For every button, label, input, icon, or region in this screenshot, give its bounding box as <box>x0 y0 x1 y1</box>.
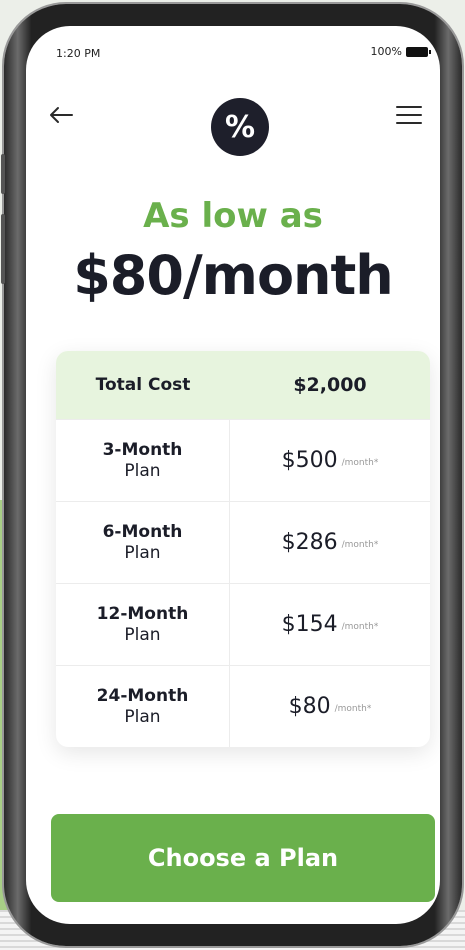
plan-name: 3-Month Plan <box>56 420 230 501</box>
plan-row-6-month[interactable]: 6-Month Plan $286 /month* <box>56 501 430 583</box>
plan-row-3-month[interactable]: 3-Month Plan $500 /month* <box>56 419 430 501</box>
price-amount: $154 <box>281 612 338 637</box>
status-time: 1:20 PM <box>56 47 101 60</box>
battery-icon <box>406 46 431 57</box>
status-bar: 1:20 PM 100% <box>26 26 440 76</box>
plan-word: Plan <box>124 460 161 481</box>
hamburger-menu-icon <box>396 106 422 124</box>
choose-plan-button[interactable]: Choose a Plan <box>51 814 435 902</box>
brand-logo: % <box>211 98 269 156</box>
plan-price: $286 /month* <box>230 502 430 583</box>
pricing-table-header: Total Cost $2,000 <box>56 351 430 419</box>
plan-duration: 3-Month <box>102 440 183 461</box>
price-unit: /month* <box>341 539 379 550</box>
hero-tagline: As low as <box>143 196 323 236</box>
plan-name: 6-Month Plan <box>56 502 230 583</box>
percent-icon: % <box>224 109 256 145</box>
arrow-left-icon <box>50 107 73 123</box>
plan-duration: 12-Month <box>96 604 189 625</box>
plan-duration: 6-Month <box>102 522 183 543</box>
price-amount: $80 <box>288 694 331 719</box>
plan-word: Plan <box>124 706 161 727</box>
menu-button[interactable] <box>394 100 424 130</box>
price-amount: $500 <box>281 448 338 473</box>
hero-headline: $80/month <box>73 244 394 307</box>
price-amount: $286 <box>281 530 338 555</box>
battery-percent: 100% <box>370 45 402 58</box>
phone-screen: 1:20 PM 100% % As low as $80/month Total… <box>26 26 440 924</box>
plan-word: Plan <box>124 542 161 563</box>
battery-indicator: 100% <box>370 45 431 58</box>
phone-side-button <box>1 214 5 284</box>
pricing-table: Total Cost $2,000 3-Month Plan $500 /mon… <box>56 351 430 747</box>
back-button[interactable] <box>46 100 76 130</box>
total-cost-label: Total Cost <box>95 375 191 395</box>
plan-word: Plan <box>124 624 161 645</box>
price-unit: /month* <box>341 457 379 468</box>
phone-side-button <box>1 154 5 194</box>
plan-name: 12-Month Plan <box>56 584 230 665</box>
plan-price: $80 /month* <box>230 666 430 747</box>
plan-price: $500 /month* <box>230 420 430 501</box>
phone-frame: 1:20 PM 100% % As low as $80/month Total… <box>1 4 462 946</box>
plan-price: $154 /month* <box>230 584 430 665</box>
plan-row-12-month[interactable]: 12-Month Plan $154 /month* <box>56 583 430 665</box>
plan-name: 24-Month Plan <box>56 666 230 747</box>
price-unit: /month* <box>334 703 372 714</box>
price-unit: /month* <box>341 621 379 632</box>
total-cost-value: $2,000 <box>293 374 367 396</box>
plan-duration: 24-Month <box>96 686 189 707</box>
plan-row-24-month[interactable]: 24-Month Plan $80 /month* <box>56 665 430 747</box>
